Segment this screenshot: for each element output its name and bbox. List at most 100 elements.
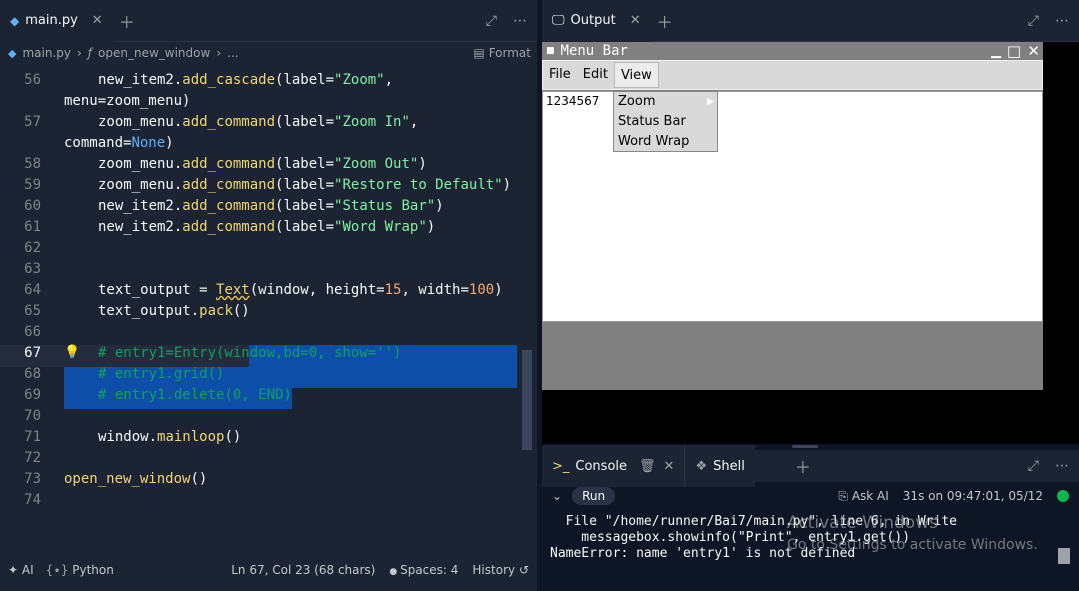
console-scrollbar[interactable]: [1058, 548, 1070, 564]
submenu-arrow-icon: ▶: [707, 97, 714, 107]
tab-label: main.py: [25, 13, 78, 28]
ask-ai-icon: ⎘: [838, 488, 852, 503]
breadcrumb-file[interactable]: main.py: [22, 46, 71, 60]
line-number: 72: [24, 450, 41, 466]
close-icon[interactable]: ✕: [630, 13, 641, 28]
right-column: 🖵 Output ✕ ＋ ⤢ ⋯ ■ Menu Bar ▁ □ ✕ File E…: [542, 0, 1079, 591]
code-line: command=None): [64, 135, 174, 151]
line-number: 58: [24, 156, 41, 172]
line-number: 61: [24, 219, 41, 235]
run-info: 31s on 09:47:01, 05/12: [902, 489, 1043, 503]
line-number: 74: [24, 492, 41, 508]
tk-titlebar[interactable]: ■ Menu Bar ▁ □ ✕: [542, 42, 1043, 60]
maximize-icon[interactable]: □: [1007, 42, 1021, 60]
minimize-icon[interactable]: ▁: [991, 44, 1001, 59]
more-icon[interactable]: ⋯: [1055, 13, 1069, 29]
output-tabbar: 🖵 Output ✕ ＋ ⤢ ⋯: [542, 0, 1079, 42]
status-dot: [1057, 490, 1069, 502]
code-editor[interactable]: 56 57 58 59 60 61 62 63 64 65 66 67 68 6…: [0, 64, 537, 548]
ai-button[interactable]: ✦ AI: [8, 563, 34, 577]
menu-item-status-bar[interactable]: Status Bar: [614, 112, 717, 132]
tk-window: ■ Menu Bar ▁ □ ✕ File Edit View 1234567 …: [542, 42, 1043, 390]
run-button[interactable]: Run: [572, 487, 616, 505]
close-icon[interactable]: ✕: [664, 459, 675, 474]
code-line: # entry1.grid(): [98, 366, 225, 382]
menu-item-word-wrap[interactable]: Word Wrap: [614, 132, 717, 152]
editor-scrollbar[interactable]: [522, 350, 532, 450]
tab-shell[interactable]: ❖ Shell: [685, 445, 755, 487]
line-number: 68: [24, 366, 41, 382]
code-line: text_output.pack(): [98, 303, 250, 319]
code-line: new_item2.add_command(label="Status Bar"…: [98, 198, 444, 214]
ask-ai-button[interactable]: ⎘ Ask AI: [838, 489, 888, 504]
separator: ›: [76, 46, 82, 60]
expand-icon[interactable]: ⤢: [1028, 458, 1039, 474]
language-indicator[interactable]: {∙} Python: [46, 563, 114, 577]
tk-menubar: File Edit View: [542, 60, 1043, 90]
plus-icon[interactable]: ＋: [795, 454, 811, 478]
code-line: # entry1.delete(0, END): [98, 387, 292, 403]
shell-icon: ❖: [695, 458, 708, 474]
expand-icon[interactable]: ⤢: [1028, 13, 1039, 29]
line-number: 67: [24, 345, 41, 361]
breadcrumb: ◆ main.py › ƒ open_new_window › ... ▤ Fo…: [0, 42, 537, 64]
python-icon: ◆: [8, 46, 17, 60]
code-line: open_new_window(): [64, 471, 208, 487]
windows-watermark: Activate Windows Go to Settings to activ…: [787, 513, 1038, 553]
indent-setting[interactable]: ● Spaces: 4: [389, 563, 458, 577]
menu-view[interactable]: View: [613, 62, 659, 88]
code-line: menu=zoom_menu): [64, 93, 191, 109]
line-number: 69: [24, 387, 41, 403]
console-icon: >_: [552, 458, 570, 474]
line-number: 63: [24, 261, 41, 277]
menu-edit[interactable]: Edit: [577, 62, 614, 88]
plus-icon[interactable]: ＋: [657, 9, 673, 33]
more-icon[interactable]: ⋯: [513, 13, 527, 29]
tab-output[interactable]: 🖵 Output ✕: [542, 0, 651, 42]
line-number: 66: [24, 324, 41, 340]
output-canvas[interactable]: ■ Menu Bar ▁ □ ✕ File Edit View 1234567 …: [542, 42, 1079, 444]
line-number: 56: [24, 72, 41, 88]
pane-divider[interactable]: [792, 445, 818, 448]
code-line: new_item2.add_cascade(label="Zoom",: [98, 72, 394, 88]
text-content: 1234567: [546, 94, 600, 108]
console-tabbar: >_ Console 🗑 ✕ ❖ Shell ＋ ⤢ ⋯: [542, 445, 1079, 487]
breadcrumb-func[interactable]: open_new_window: [98, 46, 210, 60]
tab-label: Output: [570, 13, 616, 28]
chevron-down-icon[interactable]: ⌄: [552, 489, 562, 503]
history-button[interactable]: History ↺: [472, 563, 529, 577]
history-icon: ↺: [518, 563, 529, 577]
lightbulb-icon[interactable]: 💡: [64, 345, 80, 360]
code-line: zoom_menu.add_command(label="Zoom In",: [98, 114, 419, 130]
trash-icon[interactable]: 🗑: [639, 459, 656, 474]
code-line: zoom_menu.add_command(label="Zoom Out"): [98, 156, 427, 172]
close-icon[interactable]: ✕: [92, 13, 103, 28]
more-icon[interactable]: ⋯: [1055, 458, 1069, 474]
code-line: window.mainloop(): [98, 429, 242, 445]
line-number: 73: [24, 471, 41, 487]
menu-item-zoom[interactable]: Zoom ▶: [614, 92, 717, 112]
status-bar: ✦ AI {∙} Python Ln 67, Col 23 (68 chars)…: [0, 554, 537, 586]
format-button[interactable]: ▤ Format: [473, 46, 531, 60]
separator: ›: [216, 46, 222, 60]
plus-icon[interactable]: ＋: [119, 9, 135, 33]
close-icon[interactable]: ✕: [1027, 42, 1040, 60]
breadcrumb-more[interactable]: ...: [227, 46, 238, 60]
python-icon: ◆: [10, 13, 20, 28]
code-line: new_item2.add_command(label="Word Wrap"): [98, 219, 436, 235]
braces-icon: {∙}: [45, 563, 73, 577]
line-number: 64: [24, 282, 41, 298]
menu-file[interactable]: File: [543, 62, 577, 88]
line-number: 62: [24, 240, 41, 256]
tab-label: Shell: [713, 458, 745, 474]
tab-main-py[interactable]: ◆ main.py ✕: [0, 0, 113, 42]
tab-console[interactable]: >_ Console 🗑 ✕: [542, 445, 686, 487]
code-line: text_output = Text(window, height=15, wi…: [98, 282, 503, 298]
view-dropdown: Zoom ▶ Status Bar Word Wrap: [613, 91, 718, 152]
window-icon: ■: [546, 46, 555, 56]
line-number: 59: [24, 177, 41, 193]
expand-icon[interactable]: ⤢: [486, 13, 497, 29]
line-number: 70: [24, 408, 41, 424]
line-number: 71: [24, 429, 41, 445]
cursor-position[interactable]: Ln 67, Col 23 (68 chars): [231, 563, 375, 577]
